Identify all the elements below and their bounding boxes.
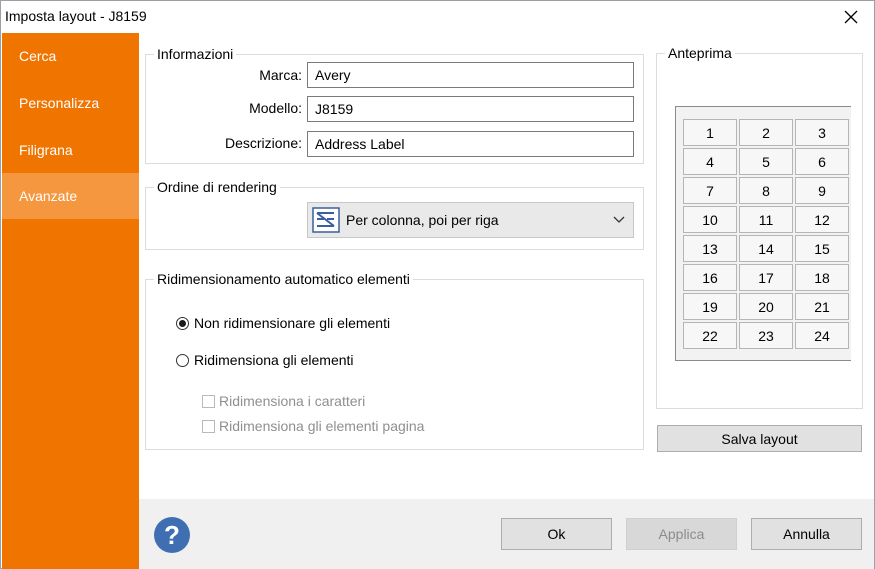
preview-cell: 19: [683, 293, 737, 320]
description-input[interactable]: [307, 131, 634, 157]
preview-cell: 1: [683, 119, 737, 146]
info-legend: Informazioni: [154, 46, 237, 62]
resize-legend: Ridimensionamento automatico elementi: [154, 271, 413, 287]
preview-cell: 24: [795, 322, 849, 349]
radio-no-resize-label: Non ridimensionare gli elementi: [194, 315, 391, 331]
close-button[interactable]: [828, 1, 874, 33]
check-resize-page-label: Ridimensiona gli elementi pagina: [219, 418, 425, 434]
preview-cell: 10: [683, 206, 737, 233]
model-input[interactable]: [307, 96, 634, 122]
info-group: Informazioni Marca: Modello: Descrizione…: [145, 46, 644, 164]
preview-cell: 22: [683, 322, 737, 349]
preview-cell: 12: [795, 206, 849, 233]
preview-cell: 2: [739, 119, 793, 146]
close-icon: [844, 10, 858, 24]
preview-cell: 3: [795, 119, 849, 146]
ok-button[interactable]: Ok: [501, 518, 612, 550]
check-resize-chars[interactable]: Ridimensiona i caratteri: [202, 393, 365, 409]
help-icon[interactable]: ?: [154, 517, 190, 553]
preview-cell: 4: [683, 148, 737, 175]
check-resize-chars-label: Ridimensiona i caratteri: [219, 393, 366, 409]
radio-no-resize[interactable]: Non ridimensionare gli elementi: [176, 315, 390, 331]
radio-resize[interactable]: Ridimensiona gli elementi: [176, 352, 354, 368]
title-bar: Imposta layout - J8159: [1, 1, 874, 33]
preview-cell: 11: [739, 206, 793, 233]
preview-cell: 14: [739, 235, 793, 262]
check-resize-page-box: [202, 419, 215, 433]
preview-cell: 7: [683, 177, 737, 204]
description-label: Descrizione:: [224, 135, 302, 151]
apply-button[interactable]: Applica: [626, 518, 737, 550]
preview-cell: 13: [683, 235, 737, 262]
sidebar-item-cerca[interactable]: Cerca: [2, 33, 139, 79]
brand-label: Marca:: [259, 67, 302, 83]
content-area: Informazioni Marca: Modello: Descrizione…: [139, 33, 874, 499]
sidebar-item-filigrana[interactable]: Filigrana: [2, 127, 139, 173]
preview-grid: 1 2 3 4 5 6 7 8 9 10 11 12 13 14 15 16 17 18 19 20 21 22 23 24: [675, 106, 851, 361]
preview-cell: 21: [795, 293, 849, 320]
render-order-legend: Ordine di rendering: [154, 179, 280, 195]
resize-group: Ridimensionamento automatico elementi No…: [145, 271, 644, 450]
preview-cell: 9: [795, 177, 849, 204]
preview-cell: 6: [795, 148, 849, 175]
footer-bar: ? Ok Applica Annulla: [139, 499, 874, 569]
preview-cell: 16: [683, 264, 737, 291]
preview-cell: 20: [739, 293, 793, 320]
chevron-down-icon: [613, 216, 625, 223]
brand-input[interactable]: [307, 62, 634, 88]
radio-resize-label: Ridimensiona gli elementi: [194, 352, 354, 368]
window-title: Imposta layout - J8159: [5, 8, 147, 24]
radio-no-resize-indicator: [176, 316, 189, 330]
render-order-value: Per colonna, poi per riga: [346, 212, 499, 228]
radio-resize-indicator: [176, 353, 189, 367]
preview-cell: 23: [739, 322, 793, 349]
preview-cell: 8: [739, 177, 793, 204]
check-resize-chars-box: [202, 394, 215, 408]
preview-cell: 5: [739, 148, 793, 175]
dialog-window: Imposta layout - J8159 Cerca Personalizz…: [0, 0, 875, 569]
preview-cell: 15: [795, 235, 849, 262]
render-order-select[interactable]: Per colonna, poi per riga: [307, 202, 634, 238]
sidebar-item-personalizza[interactable]: Personalizza: [2, 80, 139, 126]
save-layout-button[interactable]: Salva layout: [657, 425, 862, 452]
preview-legend: Anteprima: [665, 45, 735, 61]
preview-cell: 18: [795, 264, 849, 291]
render-order-group: Ordine di rendering Per colonna, poi per…: [145, 179, 644, 250]
column-order-icon: [312, 207, 340, 233]
check-resize-page[interactable]: Ridimensiona gli elementi pagina: [202, 418, 424, 434]
preview-cell: 17: [739, 264, 793, 291]
sidebar-item-avanzate[interactable]: Avanzate: [2, 173, 139, 219]
model-label: Modello:: [249, 100, 302, 116]
cancel-button[interactable]: Annulla: [751, 518, 862, 550]
sidebar: Cerca Personalizza Filigrana Avanzate: [2, 33, 139, 569]
